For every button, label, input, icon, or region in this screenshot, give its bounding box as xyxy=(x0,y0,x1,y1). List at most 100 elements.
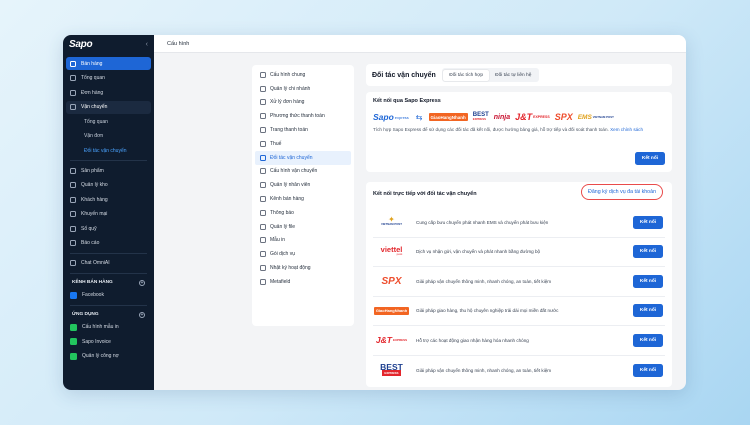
sidebar-subitem-van-don[interactable]: Vận đơn xyxy=(66,130,151,143)
menu-item-label: Cấu hình vận chuyển xyxy=(270,168,318,175)
sidebar-item-quan-ly-cong-no[interactable]: Quản lý công nợ xyxy=(66,350,151,363)
sidebar-item-label: Tổng quan xyxy=(81,75,105,81)
sidebar-subitem-tong-quan[interactable]: Tổng quan xyxy=(66,115,151,128)
jt-express-logo: J&T xyxy=(515,112,533,122)
carrier-list: ✦ VIETNAM POST Cung cấp bưu chuyển phát … xyxy=(373,208,665,385)
sidebar-item-label: Vận chuyển xyxy=(81,104,108,110)
ghn-logo: GiaoHangNhanh xyxy=(428,113,468,121)
sidebar-item-label: Đơn hàng xyxy=(81,89,104,96)
carrier-row-vnpost: ✦ VIETNAM POST Cung cấp bưu chuyển phát … xyxy=(373,208,665,238)
tab-doi-tac-tu-lien-he[interactable]: Đối tác tự liên hệ xyxy=(489,70,537,81)
print-icon xyxy=(70,323,77,331)
sidebar-item-label: Facebook xyxy=(82,292,104,298)
sapo-express-panel: Kết nối qua Sapo Express Sapo express ⇆ … xyxy=(366,92,672,172)
sidebar-item-label: Quản lý công nợ xyxy=(82,353,119,359)
sidebar: Sapo ‹ Bán hàng Tổng quan Đơn hàng Vận c… xyxy=(63,35,154,390)
menu-item-trang-thanh-toan[interactable]: Trang thanh toán xyxy=(255,123,351,137)
jt-express-suffix: EXPRESS xyxy=(533,115,550,119)
menu-item-kenh-ban-hang[interactable]: Kênh bán hàng xyxy=(255,192,351,206)
warehouse-icon xyxy=(70,182,76,188)
menu-item-label: Đối tác vận chuyển xyxy=(270,154,313,161)
menu-item-quan-ly-nhan-vien[interactable]: Quản lý nhân viên xyxy=(255,178,351,192)
carrier-description: Hỗ trợ các hoạt động giao nhận hàng hóa … xyxy=(416,337,529,343)
menu-item-goi-dich-vu[interactable]: Gói dịch vụ xyxy=(255,247,351,261)
order-process-icon xyxy=(260,99,266,106)
connect-button-viettel[interactable]: Kết nối xyxy=(633,245,663,259)
ghn-logo: GiaoHangNhanh xyxy=(373,306,410,315)
register-multi-account-link[interactable]: Đăng ký dịch vụ đa tài khoản xyxy=(581,184,664,200)
menu-item-nhat-ky-hoat-dong[interactable]: Nhật ký hoạt động xyxy=(255,261,351,275)
sidebar-item-label: Bán hàng xyxy=(81,60,103,67)
tax-icon xyxy=(260,140,266,147)
menu-item-thue[interactable]: Thuế xyxy=(255,137,351,151)
partner-tabs: Đối tác tích hợp Đối tác tự liên hệ xyxy=(441,68,539,82)
connect-button-ghn[interactable]: Kết nối xyxy=(633,304,663,318)
tab-doi-tac-tich-hop[interactable]: Đối tác tích hợp xyxy=(443,69,490,81)
ems-logo-sub: VIETNAM POST xyxy=(592,115,614,119)
section-label: KÊNH BÁN HÀNG xyxy=(72,280,113,285)
connect-button-best[interactable]: Kết nối xyxy=(633,363,663,377)
menu-item-phuong-thuc-thanh-toan[interactable]: Phương thức thanh toán xyxy=(255,109,351,123)
jt-logo-sub: EXPRESS xyxy=(392,338,408,343)
bell-icon xyxy=(260,209,266,216)
chevron-left-icon[interactable]: ‹ xyxy=(146,41,148,48)
sidebar-item-facebook[interactable]: Facebook xyxy=(66,289,151,302)
menu-item-cau-hinh-chung[interactable]: Cấu hình chung xyxy=(255,68,351,82)
menu-item-label: Kênh bán hàng xyxy=(270,196,304,203)
invoice-icon xyxy=(70,338,77,345)
sidebar-item-sapo-invoice[interactable]: Sapo Invoice xyxy=(66,335,151,348)
menu-item-label: Nhật ký hoạt động xyxy=(270,265,311,272)
menu-item-xu-ly-don-hang[interactable]: Xử lý đơn hàng xyxy=(255,96,351,110)
sales-channel-icon xyxy=(260,196,266,203)
payment-method-icon xyxy=(260,113,266,120)
sapo-express-logo: Sapo xyxy=(373,112,394,122)
carrier-description: Cung cấp bưu chuyển phát nhanh EMS và ch… xyxy=(416,219,549,225)
menu-item-label: Quản lý nhân viên xyxy=(270,182,311,189)
menu-item-quan-ly-file[interactable]: Quản lý file xyxy=(255,220,351,234)
sidebar-item-chat-omniai[interactable]: Chat OmniAI xyxy=(66,257,151,270)
ninja-van-logo: ninja xyxy=(493,113,511,121)
menu-item-label: Metafield xyxy=(270,278,291,285)
sidebar-item-tong-quan[interactable]: Tổng quan xyxy=(66,72,151,85)
checkout-page-icon xyxy=(260,127,266,134)
sidebar-item-label: Cấu hình mẫu in xyxy=(82,324,119,330)
sidebar-divider xyxy=(70,160,147,161)
sales-channels-heading: KÊNH BÁN HÀNG + xyxy=(66,277,151,289)
policy-link[interactable]: Xem chính sách xyxy=(610,127,643,132)
carrier-description: Giải pháp vận chuyển thông minh, nhanh c… xyxy=(416,367,552,373)
sidebar-item-van-chuyen[interactable]: Vận chuyển xyxy=(66,100,151,114)
menu-item-cau-hinh-van-chuyen[interactable]: Cấu hình vận chuyển xyxy=(255,165,351,179)
sidebar-item-label: Báo cáo xyxy=(81,240,100,246)
promotion-icon xyxy=(70,211,76,217)
sidebar-item-khuyen-mai[interactable]: Khuyến mại xyxy=(66,208,151,221)
menu-item-doi-tac-van-chuyen[interactable]: Đối tác vận chuyển xyxy=(255,150,351,165)
connect-button-spx[interactable]: Kết nối xyxy=(633,274,663,288)
add-app-icon[interactable]: + xyxy=(139,311,145,318)
menu-item-thong-bao[interactable]: Thông báo xyxy=(255,206,351,220)
sidebar-item-khach-hang[interactable]: Khách hàng xyxy=(66,193,151,206)
menu-item-quan-ly-chi-nhanh[interactable]: Quản lý chi nhánh xyxy=(255,82,351,96)
file-icon xyxy=(260,223,266,230)
connect-button-jt[interactable]: Kết nối xyxy=(633,333,663,347)
sidebar-subitem-doi-tac-van-chuyen[interactable]: Đối tác vận chuyển xyxy=(66,144,151,157)
sapo-logo: Sapo xyxy=(69,38,93,50)
sidebar-item-quan-ly-kho[interactable]: Quản lý kho xyxy=(66,179,151,192)
sidebar-item-ban-hang[interactable]: Bán hàng xyxy=(66,57,151,70)
sidebar-item-cau-hinh-mau-in[interactable]: Cấu hình mẫu in xyxy=(66,321,151,334)
menu-item-mau-in[interactable]: Mẫu in xyxy=(255,234,351,248)
connect-button-vnpost[interactable]: Kết nối xyxy=(633,215,663,229)
sidebar-item-bao-cao[interactable]: Báo cáo xyxy=(66,237,151,250)
sidebar-item-san-pham[interactable]: Sản phẩm xyxy=(66,164,151,177)
add-channel-icon[interactable]: + xyxy=(139,279,145,286)
menu-item-label: Quản lý chi nhánh xyxy=(270,85,311,92)
sidebar-item-so-quy[interactable]: Sổ quỹ xyxy=(66,222,151,235)
sidebar-item-label: Chat OmniAI xyxy=(81,260,110,266)
express-connect-button[interactable]: Kết nối xyxy=(635,152,665,165)
menu-item-metafield[interactable]: Metafield xyxy=(255,275,351,289)
sidebar-nav: Bán hàng Tổng quan Đơn hàng Vận chuyển T… xyxy=(63,53,154,368)
sidebar-item-label: Khách hàng xyxy=(81,196,108,203)
sidebar-item-don-hang[interactable]: Đơn hàng xyxy=(66,86,151,99)
ems-logo: EMS xyxy=(577,113,592,121)
viettel-logo-sub: post xyxy=(396,251,403,256)
direct-partners-panel: Kết nối trực tiếp với đối tác vận chuyển… xyxy=(366,182,672,387)
